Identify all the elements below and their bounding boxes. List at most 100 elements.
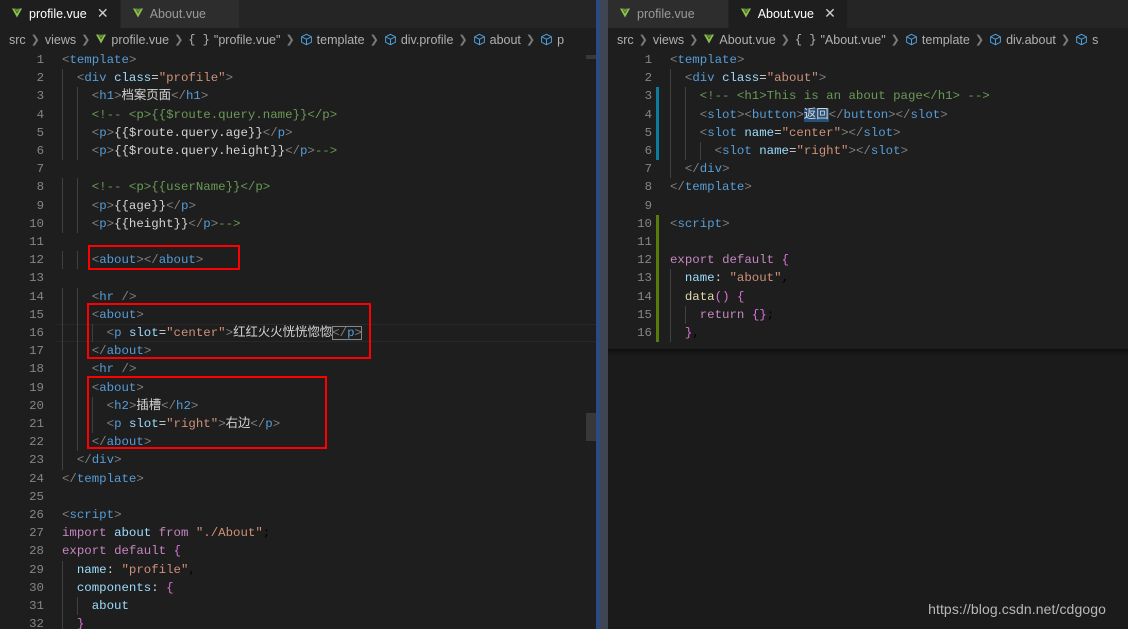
code-line[interactable]: 10 <script>	[608, 214, 1128, 233]
code-line[interactable]: 17 </about>	[0, 342, 608, 361]
chevron-right-icon: ❯	[81, 34, 91, 46]
code-editor-left[interactable]: 1 <template> 2 <div class="profile"> 3 <h1>…	[0, 51, 608, 629]
code-line[interactable]: 1 <template>	[0, 51, 608, 69]
code-line[interactable]: 3 <!-- <h1>This is an about page</h1> --…	[608, 87, 1128, 106]
chevron-right-icon: ❯	[890, 34, 900, 46]
pane-divider-sash[interactable]	[596, 0, 600, 629]
line-number: 4	[36, 107, 44, 122]
line-number: 20	[29, 398, 44, 413]
code-text: <slot><button>返回</button></slot>	[699, 107, 948, 122]
git-added-indicator	[656, 251, 659, 270]
code-line[interactable]: 13	[0, 269, 608, 287]
code-line[interactable]: 10 <p>{{height}}</p>-->	[0, 214, 608, 233]
code-line[interactable]: 22 </about>	[0, 433, 608, 452]
code-text: <p>{{age}}</p>	[91, 198, 196, 213]
breadcrumb-item[interactable]: p	[540, 33, 564, 47]
close-icon[interactable]: ✕	[97, 7, 109, 21]
code-line[interactable]: 28 export default {	[0, 542, 608, 560]
breadcrumb-left: src ❯ views ❯ profile.vue ❯ { } "profile.vue" ❯ t…	[0, 28, 608, 51]
code-line[interactable]: 23 </div>	[0, 451, 608, 470]
code-line[interactable]: 7	[0, 160, 608, 178]
code-line[interactable]: 31 about	[0, 597, 608, 616]
code-line[interactable]: 11	[608, 233, 1128, 252]
tab-label: profile.vue	[637, 7, 695, 21]
code-line[interactable]: 6 <p>{{$route.query.height}}</p>-->	[0, 142, 608, 161]
code-line[interactable]: 16 <p slot="center">红红火火恍恍惚惚</p>	[0, 324, 608, 343]
code-line[interactable]: 20 <h2>插槽</h2>	[0, 396, 608, 415]
code-line[interactable]: 12 <about></about>	[0, 251, 608, 270]
code-line[interactable]: 8 </template>	[608, 178, 1128, 196]
breadcrumb-item[interactable]: s	[1075, 33, 1098, 47]
breadcrumb-item[interactable]: div.about	[989, 33, 1056, 47]
code-line[interactable]: 19 <about>	[0, 378, 608, 397]
code-line[interactable]: 21 <p slot="right">右边</p>	[0, 415, 608, 434]
tab-profile-vue-left[interactable]: profile.vue ✕	[0, 0, 121, 28]
breadcrumb-item[interactable]: profile.vue	[95, 33, 169, 47]
line-number: 14	[29, 289, 44, 304]
code-text: <script>	[62, 508, 122, 522]
breadcrumb-item[interactable]: views	[653, 33, 684, 47]
code-line[interactable]: 15 return {};	[608, 305, 1128, 324]
line-number: 3	[644, 89, 652, 104]
vertical-scrollbar-left[interactable]	[586, 55, 596, 59]
breadcrumb-item[interactable]: about	[473, 33, 521, 47]
code-text: <!-- <p>{{userName}}</p>	[91, 180, 271, 195]
code-line[interactable]: 14 data() {	[608, 287, 1128, 306]
code-line[interactable]: 11	[0, 233, 608, 251]
breadcrumb-item[interactable]: { } "profile.vue"	[188, 33, 280, 47]
code-line[interactable]: 15 <about>	[0, 305, 608, 324]
line-number: 15	[29, 307, 44, 322]
tab-about-vue-left[interactable]: About.vue ✕	[120, 0, 240, 28]
code-line[interactable]: 2 <div class="profile">	[0, 69, 608, 88]
breadcrumb-item[interactable]: template	[300, 33, 365, 47]
chevron-right-icon: ❯	[30, 34, 40, 46]
code-line[interactable]: 9 <p>{{age}}</p>	[0, 196, 608, 215]
pane-divider-fill	[600, 0, 608, 629]
code-line[interactable]: 7 </div>	[608, 160, 1128, 179]
code-line[interactable]: 18 <hr />	[0, 360, 608, 379]
code-line[interactable]: 26 <script>	[0, 506, 608, 524]
breadcrumb-item[interactable]: div.profile	[384, 33, 453, 47]
vue-file-icon	[95, 33, 107, 47]
breadcrumb-item[interactable]: template	[905, 33, 970, 47]
code-line[interactable]: 30 components: {	[0, 578, 608, 597]
git-added-indicator	[656, 305, 659, 324]
code-line[interactable]: 27 import about from "./About";	[0, 524, 608, 542]
braces-icon: { }	[188, 32, 210, 47]
code-editor-right[interactable]: 1 <template> 2 <div class="about"> 3 <!-- <…	[608, 51, 1128, 349]
text-selection: 返回	[803, 107, 829, 122]
editor-pane-right: profile.vue ✕ About.vue ✕ src ❯ views ❯ Abou…	[608, 0, 1128, 349]
code-line[interactable]: 5 <slot name="center"></slot>	[608, 123, 1128, 142]
line-number: 12	[637, 253, 652, 268]
code-line[interactable]: 3 <h1>档案页面</h1>	[0, 87, 608, 106]
code-line[interactable]: 1 <template>	[608, 51, 1128, 69]
close-icon[interactable]: ✕	[824, 7, 836, 21]
code-line[interactable]: 29 name: "profile",	[0, 560, 608, 579]
code-line[interactable]: 13 name: "about",	[608, 269, 1128, 288]
line-number: 30	[29, 580, 44, 595]
code-line[interactable]: 4 <slot><button>返回</button></slot>	[608, 105, 1128, 124]
breadcrumb-item[interactable]: views	[45, 33, 76, 47]
code-line[interactable]: 6 <slot name="right"></slot>	[608, 142, 1128, 161]
code-line[interactable]: 4 <!-- <p>{{$route.query.name}}</p>	[0, 105, 608, 124]
tab-profile-vue-right[interactable]: profile.vue ✕	[608, 0, 729, 28]
code-line[interactable]: 16 },	[608, 324, 1128, 343]
code-line[interactable]: 5 <p>{{$route.query.age}}</p>	[0, 123, 608, 142]
code-line[interactable]: 12 export default {	[608, 251, 1128, 270]
breadcrumb-item[interactable]: src	[617, 33, 634, 47]
code-text: <h1>档案页面</h1>	[91, 89, 209, 104]
code-line[interactable]: 8 <!-- <p>{{userName}}</p>	[0, 178, 608, 197]
git-added-indicator	[656, 233, 659, 252]
code-line[interactable]: 9	[608, 197, 1128, 215]
code-line[interactable]: 14 <hr />	[0, 287, 608, 306]
code-text: <script>	[670, 216, 730, 231]
breadcrumb-item[interactable]: About.vue	[703, 33, 776, 47]
tab-about-vue-right[interactable]: About.vue ✕	[728, 0, 848, 28]
git-added-indicator	[656, 287, 659, 306]
breadcrumb-item[interactable]: { } "About.vue"	[795, 33, 886, 47]
breadcrumb-item[interactable]: src	[9, 33, 26, 47]
code-line[interactable]: 24 </template>	[0, 470, 608, 488]
code-line[interactable]: 32 }	[0, 615, 608, 629]
code-line[interactable]: 2 <div class="about">	[608, 69, 1128, 88]
code-line[interactable]: 25	[0, 488, 608, 506]
